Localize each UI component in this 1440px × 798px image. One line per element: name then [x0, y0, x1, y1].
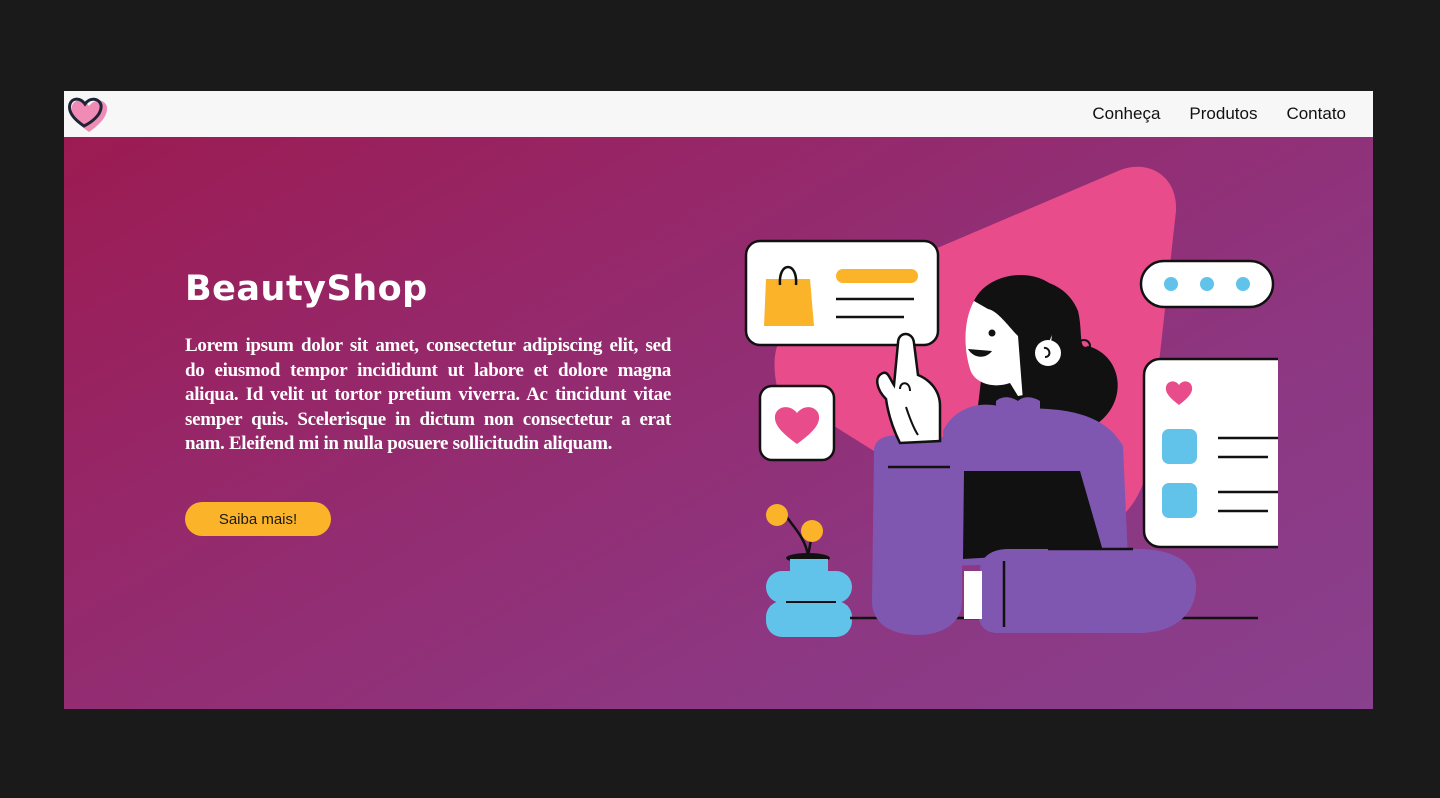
nav-link-contato[interactable]: Contato: [1286, 104, 1346, 124]
shopping-card: [744, 239, 940, 347]
shopping-woman-illustration: [744, 166, 1278, 637]
nav-link-conheca[interactable]: Conheça: [1092, 104, 1160, 124]
hero-section: BeautyShop Lorem ipsum dolor sit amet, c…: [64, 137, 1373, 709]
nav-links: Conheça Produtos Contato: [1092, 91, 1346, 137]
hero-description: Lorem ipsum dolor sit amet, consectetur …: [185, 335, 671, 454]
saiba-mais-button[interactable]: Saiba mais!: [185, 502, 331, 536]
page-frame: Conheça Produtos Contato BeautyShop Lore…: [64, 91, 1373, 709]
heart-card: [758, 384, 836, 462]
heart-logo-icon[interactable]: [67, 94, 109, 134]
navbar: Conheça Produtos Contato: [64, 91, 1373, 137]
chat-bubble: [1139, 259, 1275, 309]
nav-link-produtos[interactable]: Produtos: [1189, 104, 1257, 124]
flower-vase: [766, 504, 852, 637]
hero-title: BeautyShop: [185, 269, 428, 309]
list-card: [1142, 357, 1278, 549]
shopping-bag-icon: [764, 279, 814, 326]
